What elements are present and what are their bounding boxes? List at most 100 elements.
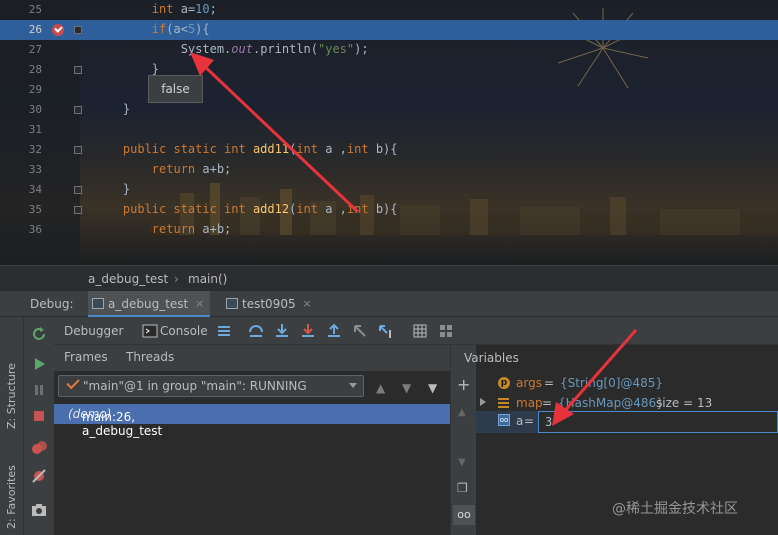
code-line[interactable]: 33 return a+b; xyxy=(0,160,778,180)
move-down-icon[interactable]: ▼ xyxy=(458,457,466,468)
code-line[interactable]: 32 public static int add11(int a ,int b)… xyxy=(0,140,778,160)
camera-icon[interactable] xyxy=(30,501,48,519)
local-variable-icon: oo xyxy=(498,414,510,426)
code-text: public static int add12(int a ,int b){ xyxy=(122,202,398,216)
pause-icon[interactable] xyxy=(30,381,48,399)
step-into-icon[interactable] xyxy=(274,323,290,339)
fold-icon[interactable] xyxy=(74,146,82,154)
tab-test0905[interactable]: test0905 × xyxy=(222,291,318,317)
force-step-into-icon[interactable] xyxy=(300,323,316,339)
thread-label: "main"@1 in group "main": RUNNING xyxy=(83,379,307,393)
variable-name: map xyxy=(516,396,543,410)
variable-value: {String[0]@485} xyxy=(560,376,663,390)
stop-icon[interactable] xyxy=(30,407,48,425)
code-line[interactable]: 31 xyxy=(0,120,778,140)
line-number[interactable]: 33 xyxy=(20,163,42,176)
copy-icon[interactable]: ❐ xyxy=(457,481,468,495)
watches-toggle-icon[interactable]: oo xyxy=(453,505,475,525)
code-line[interactable]: 36 return a+b; xyxy=(0,220,778,240)
view-breakpoints-icon[interactable] xyxy=(30,439,48,457)
frames-subtabs: Frames Threads xyxy=(54,345,450,371)
parameter-icon: p xyxy=(498,377,510,389)
set-value-input[interactable]: 3 xyxy=(538,411,778,433)
line-number[interactable]: 28 xyxy=(20,63,42,76)
field-icon xyxy=(498,398,509,408)
code-line[interactable]: 30 } xyxy=(0,100,778,120)
variable-name: a xyxy=(516,414,524,428)
mute-breakpoints-icon[interactable] xyxy=(30,467,48,485)
arrow-down-icon[interactable]: ▼ xyxy=(402,381,411,395)
code-text: } xyxy=(94,102,131,116)
variable-row-a[interactable]: oo a = xyxy=(476,411,538,433)
line-number[interactable]: 34 xyxy=(20,183,42,196)
fold-icon[interactable] xyxy=(74,66,82,74)
arrow-up-icon[interactable]: ▲ xyxy=(376,381,385,395)
breadcrumb-file[interactable]: a_debug_test xyxy=(88,272,168,286)
close-icon[interactable]: × xyxy=(195,291,204,317)
fold-icon[interactable] xyxy=(74,26,82,34)
fold-icon[interactable] xyxy=(74,206,82,214)
set-value-text: 3 xyxy=(545,415,553,429)
run-to-cursor-icon[interactable] xyxy=(378,323,394,339)
line-number[interactable]: 36 xyxy=(20,223,42,236)
code-line[interactable]: 34 } xyxy=(0,180,778,200)
tab-a-debug-test[interactable]: a_debug_test × xyxy=(88,291,211,317)
line-number[interactable]: 32 xyxy=(20,143,42,156)
debug-action-bar xyxy=(24,317,54,535)
thread-select[interactable]: "main"@1 in group "main": RUNNING xyxy=(58,375,364,397)
tab-label: a_debug_test xyxy=(108,297,189,311)
breadcrumb-method[interactable]: main() xyxy=(188,272,227,286)
frames-panel: Frames Threads "main"@1 in group "main":… xyxy=(54,345,450,535)
frame-row[interactable]: main:26, a_debug_test (demo) xyxy=(54,404,450,438)
code-line[interactable]: 35 public static int add12(int a ,int b)… xyxy=(0,200,778,220)
line-number[interactable]: 27 xyxy=(20,43,42,56)
variable-name: args xyxy=(516,376,542,390)
code-line[interactable]: 26 if(a<5){ xyxy=(0,20,778,40)
code-editor[interactable]: 25 int a=10; 26 if(a<5){27 System.out.pri… xyxy=(0,0,778,265)
line-number[interactable]: 30 xyxy=(20,103,42,116)
fold-icon[interactable] xyxy=(74,106,82,114)
line-number[interactable]: 25 xyxy=(20,3,42,16)
layout-settings-icon[interactable] xyxy=(438,323,454,339)
chevron-down-icon xyxy=(349,383,357,388)
line-number[interactable]: 35 xyxy=(20,203,42,216)
tab-frames[interactable]: Frames xyxy=(64,350,108,364)
code-text: return a+b; xyxy=(151,222,232,236)
code-line[interactable]: 28 } xyxy=(0,60,778,80)
rerun-icon[interactable] xyxy=(30,325,48,343)
drop-frame-icon[interactable] xyxy=(352,323,368,339)
code-text: public static int add11(int a ,int b){ xyxy=(122,142,398,156)
variable-row-args[interactable]: p args = {String[0]@485} xyxy=(476,373,778,393)
run-config-icon xyxy=(92,298,104,309)
step-out-icon[interactable] xyxy=(326,323,342,339)
tab-threads[interactable]: Threads xyxy=(126,350,174,364)
debug-toolbar: Debugger Console xyxy=(54,317,778,345)
fold-icon[interactable] xyxy=(74,186,82,194)
evaluate-expression-icon[interactable] xyxy=(412,323,428,339)
expand-icon[interactable] xyxy=(480,398,486,406)
variable-row-map[interactable]: map = {HashMap@486} size = 13 xyxy=(476,393,778,413)
close-icon[interactable]: × xyxy=(302,291,311,317)
tab-label: test0905 xyxy=(242,297,296,311)
breakpoint-icon[interactable] xyxy=(52,24,64,36)
code-line[interactable]: 27 System.out.println("yes"); xyxy=(0,40,778,60)
filter-icon[interactable]: ▼ xyxy=(428,381,437,395)
step-over-icon[interactable] xyxy=(248,323,264,339)
add-watch-icon[interactable]: + xyxy=(457,375,470,394)
variable-value: {HashMap@486} xyxy=(558,396,664,410)
resume-icon[interactable] xyxy=(30,355,48,373)
variable-equals: = xyxy=(524,414,535,428)
code-text: int a=10; xyxy=(151,2,217,16)
menu-icon[interactable] xyxy=(216,323,232,339)
code-line[interactable]: 25 int a=10; xyxy=(0,0,778,20)
move-up-icon[interactable]: ▲ xyxy=(458,407,466,418)
debugger-tab[interactable]: Debugger xyxy=(64,321,123,341)
code-line[interactable]: 29 xyxy=(0,80,778,100)
console-tab[interactable]: Console xyxy=(160,321,208,341)
line-number[interactable]: 31 xyxy=(20,123,42,136)
structure-tool-button[interactable]: Z: Structure xyxy=(5,363,18,429)
frame-location: main:26, a_debug_test xyxy=(82,410,163,438)
line-number[interactable]: 26 xyxy=(20,23,42,36)
favorites-tool-button[interactable]: 2: Favorites xyxy=(5,465,18,529)
line-number[interactable]: 29 xyxy=(20,83,42,96)
